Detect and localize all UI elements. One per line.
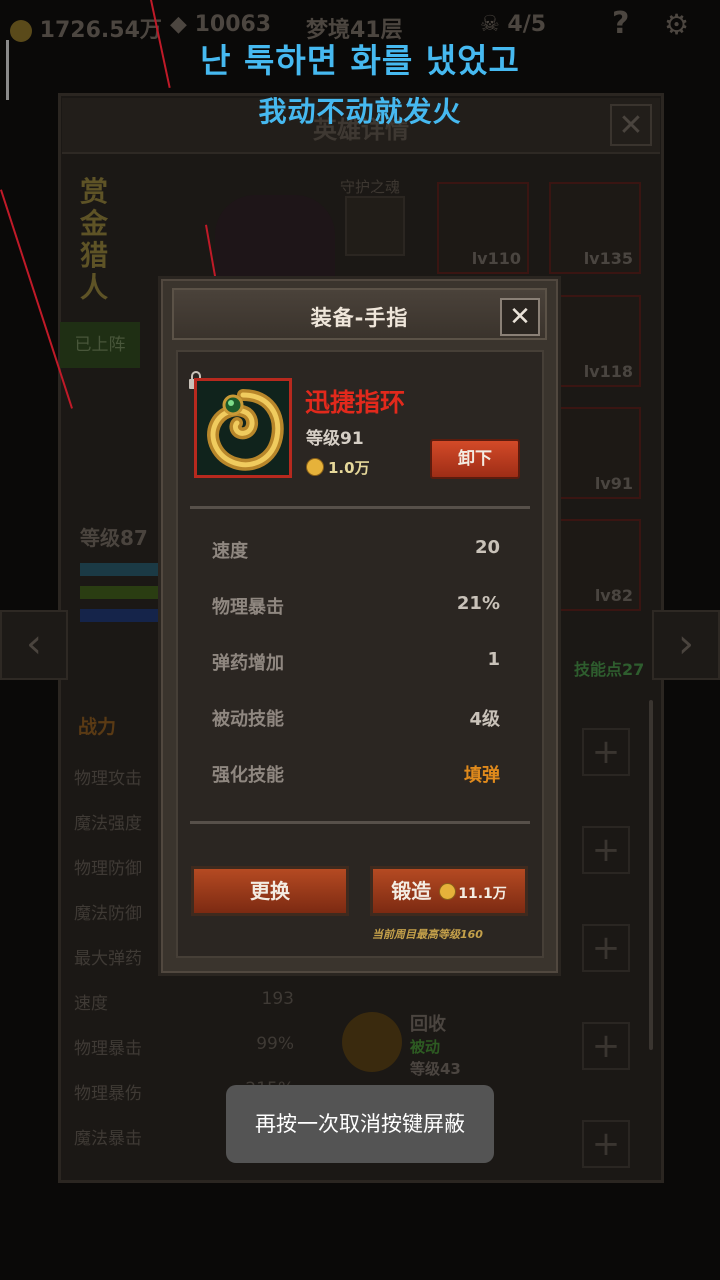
dialog-title: 装备-手指: [310, 306, 409, 330]
skill-type: 被动: [410, 1038, 441, 1056]
subtitle-chinese: 我动不动就发火: [258, 95, 462, 128]
skill-upgrade-button[interactable]: +: [582, 924, 630, 972]
item-name: 迅捷指环: [305, 388, 406, 417]
hero-portrait: [215, 195, 335, 285]
property-row: 被动技能 4级: [212, 709, 500, 730]
replace-button[interactable]: 更换: [191, 866, 349, 916]
prev-hero-button[interactable]: ‹: [0, 610, 68, 680]
hero-level: 等级87: [80, 526, 148, 550]
forge-price: 11.1万: [458, 886, 507, 902]
item-slot[interactable]: [194, 378, 292, 478]
skill-points: 技能点27: [574, 660, 645, 679]
property-row: 速度 20: [212, 537, 500, 562]
property-row: 弹药增加 1: [212, 649, 500, 674]
gear-icon: [342, 1012, 402, 1072]
skill-upgrade-button[interactable]: +: [582, 728, 630, 776]
gold-coin-icon: [439, 883, 457, 900]
dialog-close-button[interactable]: ✕: [500, 298, 540, 336]
forge-button[interactable]: 锻造 11.1万: [370, 866, 528, 916]
skill-upgrade-button[interactable]: +: [582, 1022, 630, 1070]
stat-row: 速度 193: [74, 989, 294, 1014]
toast-message: 再按一次取消按键屏蔽: [226, 1085, 494, 1163]
guard-soul-slot[interactable]: [345, 196, 405, 256]
divider: [190, 821, 530, 824]
gold-coin-icon: [306, 458, 324, 476]
item-level: 等级91: [306, 429, 364, 449]
property-row: 物理暴击 21%: [212, 593, 500, 618]
divider: [190, 506, 530, 509]
equip-slot-ring[interactable]: lv91: [549, 407, 641, 499]
forge-label: 锻造: [391, 879, 432, 903]
unequip-button[interactable]: 卸下: [430, 439, 520, 479]
skills-scrollbar[interactable]: [649, 700, 653, 1050]
equip-slot-armor[interactable]: lv135: [549, 182, 641, 274]
stats-tab[interactable]: 战力: [78, 712, 116, 739]
item-price: 1.0万: [328, 459, 370, 477]
next-hero-button[interactable]: ›: [652, 610, 720, 680]
guard-soul-label: 守护之魂: [340, 178, 401, 196]
on-team-button[interactable]: 已上阵: [60, 322, 140, 368]
equip-slot-boots[interactable]: lv118: [549, 295, 641, 387]
skill-name: 回收: [410, 1014, 446, 1035]
hero-name: 赏金猎人: [80, 175, 109, 304]
exp-bar: [80, 586, 160, 599]
property-row: 强化技能 填弹: [212, 765, 500, 786]
max-level-note: 当前周目最高等级160: [372, 928, 483, 941]
skill-level: 等级43: [410, 1060, 461, 1078]
mp-bar: [80, 609, 160, 622]
ring-icon: [197, 381, 289, 475]
stat-row: 物理暴击 99%: [74, 1034, 294, 1059]
equip-slot-weapon[interactable]: lv110: [437, 182, 529, 274]
hp-bar: [80, 563, 160, 576]
equip-slot-amulet[interactable]: lv82: [549, 519, 641, 611]
skill-upgrade-button[interactable]: +: [582, 826, 630, 874]
subtitle-korean: 난 툭하면 화를 냈었고: [200, 41, 520, 80]
skill-upgrade-button[interactable]: +: [582, 1120, 630, 1168]
